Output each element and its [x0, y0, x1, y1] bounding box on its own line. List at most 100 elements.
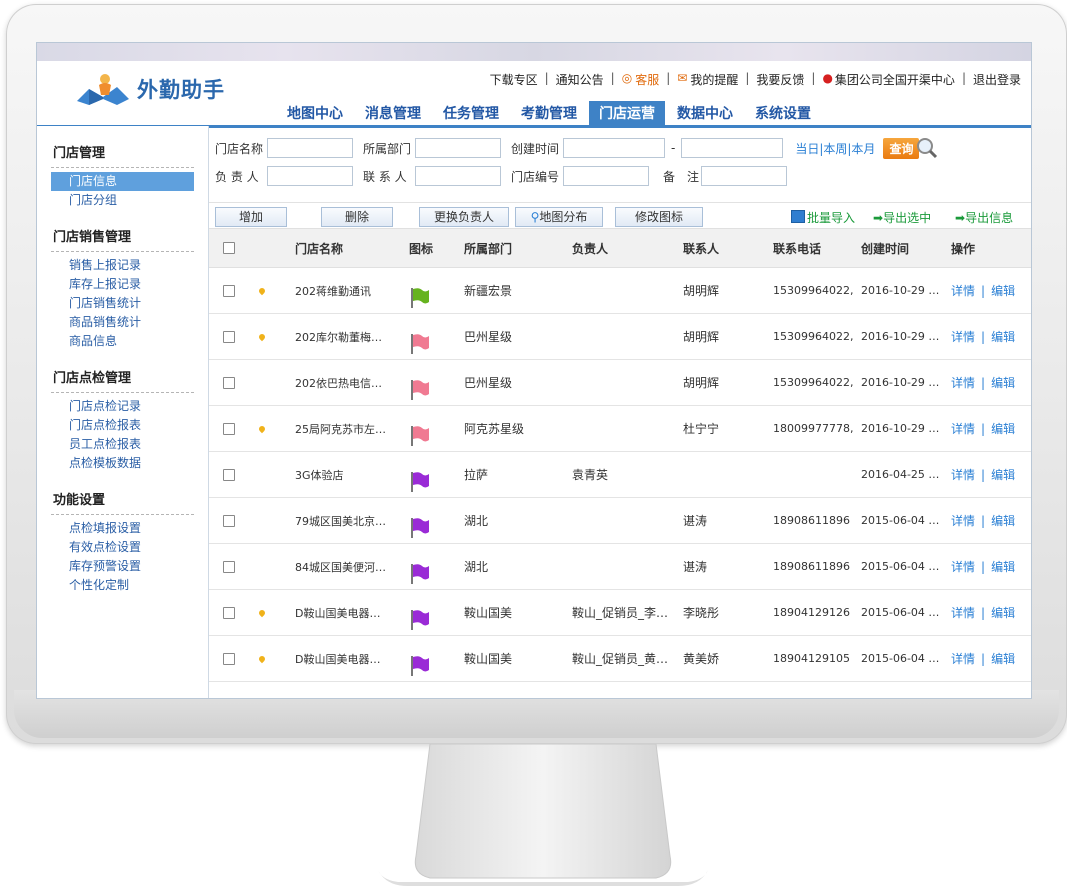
- store-name[interactable]: 25局阿克苏市左…: [295, 406, 386, 451]
- store-name[interactable]: 202蒋维勤通讯: [295, 268, 371, 313]
- query-button[interactable]: 查询: [883, 136, 939, 160]
- row-checkbox[interactable]: [223, 560, 235, 573]
- sidebar-item-inspection-fill-settings[interactable]: 点检填报设置: [37, 519, 208, 538]
- sidebar-item-product-sales-stats[interactable]: 商品销售统计: [37, 313, 208, 332]
- nav-task[interactable]: 任务管理: [433, 101, 509, 127]
- detail-link[interactable]: 详情: [951, 650, 975, 667]
- delete-button[interactable]: 删除: [321, 207, 393, 227]
- sidebar-item-store-group[interactable]: 门店分组: [37, 191, 208, 210]
- row-checkbox[interactable]: [223, 422, 235, 435]
- sidebar-item-valid-inspection-settings[interactable]: 有效点检设置: [37, 538, 208, 557]
- logout-link[interactable]: 退出登录: [973, 71, 1021, 88]
- table-row[interactable]: 79城区国美北京… 湖北 谌涛 18908611896 2015-06-04 ……: [209, 498, 1031, 544]
- table-row[interactable]: 202依巴热电信… 巴州星级 胡明辉 15309964022, 2016-10-…: [209, 360, 1031, 406]
- remark-input[interactable]: [701, 166, 787, 186]
- detail-link[interactable]: 详情: [951, 328, 975, 345]
- store-name-input[interactable]: [267, 138, 353, 158]
- nav-map-center[interactable]: 地图中心: [277, 101, 353, 127]
- dept-input[interactable]: [415, 138, 501, 158]
- col-phone[interactable]: 联系电话: [773, 229, 821, 267]
- nav-system-settings[interactable]: 系统设置: [745, 101, 821, 127]
- nav-data-center[interactable]: 数据中心: [667, 101, 743, 127]
- customer-service-link[interactable]: 客服: [635, 71, 659, 88]
- quick-date-range-links[interactable]: 当日|本周|本月: [795, 140, 875, 157]
- table-row[interactable]: 202库尔勒董梅… 巴州星级 胡明辉 15309964022, 2016-10-…: [209, 314, 1031, 360]
- map-distribution-button[interactable]: ⚲地图分布: [515, 207, 603, 227]
- sidebar-item-store-info[interactable]: 门店信息: [51, 172, 194, 191]
- col-store-name[interactable]: 门店名称: [295, 229, 343, 267]
- contact-input[interactable]: [415, 166, 501, 186]
- sidebar-item-inspection-record[interactable]: 门店点检记录: [37, 397, 208, 416]
- sidebar-item-sales-report[interactable]: 销售上报记录: [37, 256, 208, 275]
- detail-link[interactable]: 详情: [951, 604, 975, 621]
- row-checkbox[interactable]: [223, 606, 235, 619]
- sidebar-item-staff-inspection-report[interactable]: 员工点检报表: [37, 435, 208, 454]
- store-name[interactable]: 79城区国美北京…: [295, 498, 386, 543]
- sidebar-item-personalization[interactable]: 个性化定制: [37, 576, 208, 595]
- store-name[interactable]: 3G体验店: [295, 452, 344, 497]
- export-info-link[interactable]: ➡导出信息: [955, 209, 1013, 226]
- table-row[interactable]: 3G体验店 拉萨 袁青英 2016-04-25 … 详情 | 编辑: [209, 452, 1031, 498]
- store-name[interactable]: D鞍山国美电器…: [295, 636, 380, 681]
- store-name[interactable]: D鞍山国美电器…: [295, 590, 380, 635]
- col-contact[interactable]: 联系人: [683, 229, 719, 267]
- download-link[interactable]: 下载专区: [490, 71, 538, 88]
- edit-link[interactable]: 编辑: [991, 420, 1015, 437]
- row-checkbox[interactable]: [223, 514, 235, 527]
- table-row[interactable]: 25局阿克苏市左… 阿克苏星级 杜宁宁 18009977778, 2016-10…: [209, 406, 1031, 452]
- table-row[interactable]: 84城区国美便河… 湖北 谌涛 18908611896 2015-06-04 ……: [209, 544, 1031, 590]
- store-no-input[interactable]: [563, 166, 649, 186]
- sidebar-item-stock-alert-settings[interactable]: 库存预警设置: [37, 557, 208, 576]
- table-row[interactable]: 202蒋维勤通讯 新疆宏景 胡明辉 15309964022, 2016-10-2…: [209, 268, 1031, 314]
- owner-input[interactable]: [267, 166, 353, 186]
- edit-link[interactable]: 编辑: [991, 650, 1015, 667]
- detail-link[interactable]: 详情: [951, 558, 975, 575]
- add-button[interactable]: 增加: [215, 207, 287, 227]
- table-row[interactable]: D鞍山国美电器… 鞍山国美 鞍山_促销员_李… 李晓彤 18904129126 …: [209, 590, 1031, 636]
- edit-link[interactable]: 编辑: [991, 558, 1015, 575]
- edit-link[interactable]: 编辑: [991, 512, 1015, 529]
- sidebar-item-product-info[interactable]: 商品信息: [37, 332, 208, 351]
- detail-link[interactable]: 详情: [951, 282, 975, 299]
- edit-link[interactable]: 编辑: [991, 466, 1015, 483]
- col-department[interactable]: 所属部门: [464, 229, 512, 267]
- row-checkbox[interactable]: [223, 468, 235, 481]
- sidebar-item-inspection-report[interactable]: 门店点检报表: [37, 416, 208, 435]
- app-logo[interactable]: 外勤助手: [75, 71, 225, 107]
- detail-link[interactable]: 详情: [951, 420, 975, 437]
- store-name[interactable]: 202依巴热电信…: [295, 360, 382, 405]
- batch-import-link[interactable]: 批量导入: [791, 209, 855, 226]
- detail-link[interactable]: 详情: [951, 374, 975, 391]
- feedback-link[interactable]: 我要反馈: [756, 71, 804, 88]
- edit-link[interactable]: 编辑: [991, 374, 1015, 391]
- export-selected-link[interactable]: ➡导出选中: [873, 209, 931, 226]
- detail-link[interactable]: 详情: [951, 512, 975, 529]
- store-name[interactable]: 202库尔勒董梅…: [295, 314, 382, 359]
- edit-link[interactable]: 编辑: [991, 328, 1015, 345]
- col-owner[interactable]: 负责人: [572, 229, 608, 267]
- account-name[interactable]: 集团公司全国开渠中心: [835, 71, 955, 88]
- table-row[interactable]: D鞍山国美电器… 鞍山国美 鞍山_促销员_黄… 黄美娇 18904129105 …: [209, 636, 1031, 682]
- sidebar-item-store-sales-stats[interactable]: 门店销售统计: [37, 294, 208, 313]
- detail-link[interactable]: 详情: [951, 466, 975, 483]
- row-checkbox[interactable]: [223, 376, 235, 389]
- nav-attendance[interactable]: 考勤管理: [511, 101, 587, 127]
- nav-store-ops[interactable]: 门店运营: [589, 101, 665, 127]
- sidebar-item-inspection-template[interactable]: 点检模板数据: [37, 454, 208, 473]
- notice-link[interactable]: 通知公告: [556, 71, 604, 88]
- edit-link[interactable]: 编辑: [991, 604, 1015, 621]
- store-name[interactable]: 84城区国美便河…: [295, 544, 386, 589]
- row-checkbox[interactable]: [223, 652, 235, 665]
- row-checkbox[interactable]: [223, 330, 235, 343]
- sidebar-item-stock-report[interactable]: 库存上报记录: [37, 275, 208, 294]
- created-end-input[interactable]: [681, 138, 784, 158]
- col-created-time[interactable]: 创建时间: [861, 229, 909, 267]
- row-checkbox[interactable]: [223, 284, 235, 297]
- nav-message[interactable]: 消息管理: [355, 101, 431, 127]
- created-start-input[interactable]: [563, 138, 665, 158]
- edit-icon-button[interactable]: 修改图标: [615, 207, 703, 227]
- change-owner-button[interactable]: 更换负责人: [419, 207, 509, 227]
- reminder-link[interactable]: 我的提醒: [690, 71, 738, 88]
- edit-link[interactable]: 编辑: [991, 282, 1015, 299]
- select-all-checkbox[interactable]: [223, 242, 235, 254]
